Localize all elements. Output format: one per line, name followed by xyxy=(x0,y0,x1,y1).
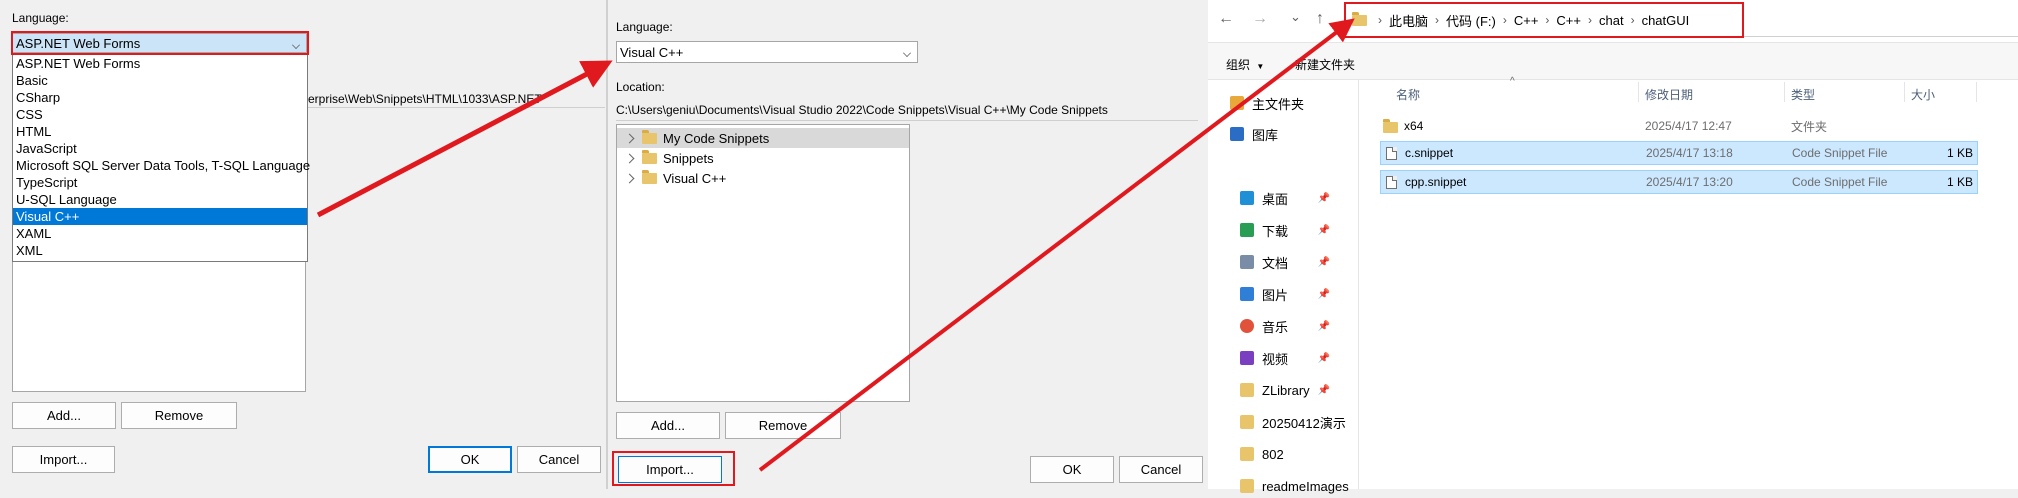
arrow-to-language-combobox xyxy=(316,60,613,218)
annotation-arrows xyxy=(316,18,1355,472)
arrow-to-address-bar xyxy=(758,18,1355,472)
